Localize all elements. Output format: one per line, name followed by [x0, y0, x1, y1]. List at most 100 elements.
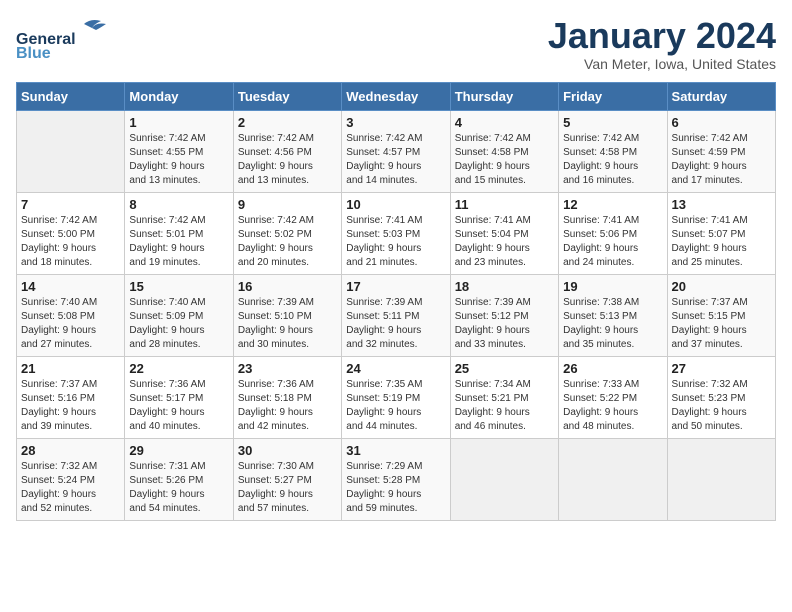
- calendar-cell: 12Sunrise: 7:41 AMSunset: 5:06 PMDayligh…: [559, 192, 667, 274]
- day-number: 19: [563, 279, 662, 294]
- day-number: 20: [672, 279, 771, 294]
- day-info: Sunrise: 7:38 AMSunset: 5:13 PMDaylight:…: [563, 296, 662, 352]
- day-info: Sunrise: 7:41 AMSunset: 5:07 PMDaylight:…: [672, 214, 771, 270]
- calendar-cell: 6 Sunrise: 7:42 AMSunset: 4:59 PMDaylight…: [667, 110, 775, 192]
- calendar-cell: 15 Sunrise: 7:40 AMSunset: 5:09 PMDayligh…: [125, 274, 233, 356]
- calendar-cell: [559, 438, 667, 520]
- calendar-cell: 25Sunrise: 7:34 AMSunset: 5:21 PMDayligh…: [450, 356, 558, 438]
- day-info: Sunrise: 7:32 AMSunset: 5:23 PMDaylight:…: [672, 378, 771, 434]
- weekday-header-tuesday: Tuesday: [233, 82, 341, 110]
- calendar-cell: 14 Sunrise: 7:40 AMSunset: 5:08 PMDayligh…: [17, 274, 125, 356]
- day-number: 26: [563, 361, 662, 376]
- calendar-cell: 27 Sunrise: 7:32 AMSunset: 5:23 PMDayligh…: [667, 356, 775, 438]
- day-number: 30: [238, 443, 337, 458]
- calendar-cell: 30 Sunrise: 7:30 AMSunset: 5:27 PMDayligh…: [233, 438, 341, 520]
- calendar-cell: 10 Sunrise: 7:41 AMSunset: 5:03 PMDayligh…: [342, 192, 450, 274]
- calendar-cell: [667, 438, 775, 520]
- calendar-cell: 24Sunrise: 7:35 AMSunset: 5:19 PMDayligh…: [342, 356, 450, 438]
- day-number: 16: [238, 279, 337, 294]
- day-number: 14: [21, 279, 120, 294]
- calendar-cell: 11Sunrise: 7:41 AMSunset: 5:04 PMDayligh…: [450, 192, 558, 274]
- calendar-cell: 23 Sunrise: 7:36 AMSunset: 5:18 PMDayligh…: [233, 356, 341, 438]
- day-info: Sunrise: 7:39 AMSunset: 5:12 PMDaylight:…: [455, 296, 554, 352]
- svg-text:Blue: Blue: [16, 45, 51, 61]
- day-number: 1: [129, 115, 228, 130]
- calendar-cell: [17, 110, 125, 192]
- week-row-3: 14 Sunrise: 7:40 AMSunset: 5:08 PMDayligh…: [17, 274, 776, 356]
- calendar-cell: 18Sunrise: 7:39 AMSunset: 5:12 PMDayligh…: [450, 274, 558, 356]
- day-info: Sunrise: 7:42 AMSunset: 5:02 PMDaylight:…: [238, 214, 337, 270]
- weekday-header-sunday: Sunday: [17, 82, 125, 110]
- calendar-cell: 13 Sunrise: 7:41 AMSunset: 5:07 PMDayligh…: [667, 192, 775, 274]
- day-info: Sunrise: 7:39 AMSunset: 5:10 PMDaylight:…: [238, 296, 337, 352]
- day-info: Sunrise: 7:31 AMSunset: 5:26 PMDaylight:…: [129, 460, 228, 516]
- day-number: 11: [455, 197, 554, 212]
- day-info: Sunrise: 7:42 AMSunset: 4:58 PMDaylight:…: [455, 132, 554, 188]
- calendar-cell: 3 Sunrise: 7:42 AMSunset: 4:57 PMDaylight…: [342, 110, 450, 192]
- day-info: Sunrise: 7:41 AMSunset: 5:03 PMDaylight:…: [346, 214, 445, 270]
- weekday-header-row: SundayMondayTuesdayWednesdayThursdayFrid…: [17, 82, 776, 110]
- day-number: 13: [672, 197, 771, 212]
- day-info: Sunrise: 7:37 AMSunset: 5:16 PMDaylight:…: [21, 378, 120, 434]
- day-info: Sunrise: 7:42 AMSunset: 4:59 PMDaylight:…: [672, 132, 771, 188]
- logo-svg: General Blue: [16, 16, 136, 61]
- day-info: Sunrise: 7:42 AMSunset: 5:00 PMDaylight:…: [21, 214, 120, 270]
- week-row-1: 1 Sunrise: 7:42 AMSunset: 4:55 PMDaylight…: [17, 110, 776, 192]
- day-number: 15: [129, 279, 228, 294]
- day-info: Sunrise: 7:42 AMSunset: 4:57 PMDaylight:…: [346, 132, 445, 188]
- day-number: 29: [129, 443, 228, 458]
- day-info: Sunrise: 7:40 AMSunset: 5:08 PMDaylight:…: [21, 296, 120, 352]
- day-info: Sunrise: 7:35 AMSunset: 5:19 PMDaylight:…: [346, 378, 445, 434]
- calendar-cell: 7Sunrise: 7:42 AMSunset: 5:00 PMDaylight…: [17, 192, 125, 274]
- week-row-2: 7Sunrise: 7:42 AMSunset: 5:00 PMDaylight…: [17, 192, 776, 274]
- day-info: Sunrise: 7:42 AMSunset: 4:56 PMDaylight:…: [238, 132, 337, 188]
- weekday-header-saturday: Saturday: [667, 82, 775, 110]
- day-info: Sunrise: 7:42 AMSunset: 4:55 PMDaylight:…: [129, 132, 228, 188]
- day-number: 21: [21, 361, 120, 376]
- day-number: 23: [238, 361, 337, 376]
- day-number: 22: [129, 361, 228, 376]
- calendar-cell: 29 Sunrise: 7:31 AMSunset: 5:26 PMDayligh…: [125, 438, 233, 520]
- weekday-header-friday: Friday: [559, 82, 667, 110]
- calendar-cell: 1 Sunrise: 7:42 AMSunset: 4:55 PMDaylight…: [125, 110, 233, 192]
- calendar-cell: 28 Sunrise: 7:32 AMSunset: 5:24 PMDayligh…: [17, 438, 125, 520]
- day-info: Sunrise: 7:29 AMSunset: 5:28 PMDaylight:…: [346, 460, 445, 516]
- day-info: Sunrise: 7:32 AMSunset: 5:24 PMDaylight:…: [21, 460, 120, 516]
- day-info: Sunrise: 7:36 AMSunset: 5:18 PMDaylight:…: [238, 378, 337, 434]
- calendar-cell: 22Sunrise: 7:36 AMSunset: 5:17 PMDayligh…: [125, 356, 233, 438]
- day-number: 17: [346, 279, 445, 294]
- calendar-cell: 31 Sunrise: 7:29 AMSunset: 5:28 PMDayligh…: [342, 438, 450, 520]
- day-number: 3: [346, 115, 445, 130]
- day-number: 4: [455, 115, 554, 130]
- day-number: 9: [238, 197, 337, 212]
- day-info: Sunrise: 7:30 AMSunset: 5:27 PMDaylight:…: [238, 460, 337, 516]
- weekday-header-thursday: Thursday: [450, 82, 558, 110]
- calendar-title: January 2024: [548, 16, 776, 56]
- calendar-table: SundayMondayTuesdayWednesdayThursdayFrid…: [16, 82, 776, 521]
- calendar-cell: 20Sunrise: 7:37 AMSunset: 5:15 PMDayligh…: [667, 274, 775, 356]
- day-number: 2: [238, 115, 337, 130]
- calendar-cell: 4 Sunrise: 7:42 AMSunset: 4:58 PMDaylight…: [450, 110, 558, 192]
- day-info: Sunrise: 7:42 AMSunset: 5:01 PMDaylight:…: [129, 214, 228, 270]
- day-info: Sunrise: 7:42 AMSunset: 4:58 PMDaylight:…: [563, 132, 662, 188]
- day-number: 12: [563, 197, 662, 212]
- week-row-4: 21 Sunrise: 7:37 AMSunset: 5:16 PMDayligh…: [17, 356, 776, 438]
- day-number: 10: [346, 197, 445, 212]
- day-number: 28: [21, 443, 120, 458]
- day-number: 6: [672, 115, 771, 130]
- calendar-cell: 2 Sunrise: 7:42 AMSunset: 4:56 PMDaylight…: [233, 110, 341, 192]
- day-info: Sunrise: 7:39 AMSunset: 5:11 PMDaylight:…: [346, 296, 445, 352]
- calendar-cell: [450, 438, 558, 520]
- header: General Blue January 2024 Van Meter, Iow…: [16, 16, 776, 72]
- day-number: 31: [346, 443, 445, 458]
- calendar-cell: 21 Sunrise: 7:37 AMSunset: 5:16 PMDayligh…: [17, 356, 125, 438]
- logo: General Blue: [16, 16, 136, 61]
- weekday-header-wednesday: Wednesday: [342, 82, 450, 110]
- day-number: 27: [672, 361, 771, 376]
- calendar-cell: 19 Sunrise: 7:38 AMSunset: 5:13 PMDayligh…: [559, 274, 667, 356]
- calendar-cell: 16 Sunrise: 7:39 AMSunset: 5:10 PMDayligh…: [233, 274, 341, 356]
- day-info: Sunrise: 7:33 AMSunset: 5:22 PMDaylight:…: [563, 378, 662, 434]
- day-number: 25: [455, 361, 554, 376]
- day-info: Sunrise: 7:40 AMSunset: 5:09 PMDaylight:…: [129, 296, 228, 352]
- calendar-cell: 5Sunrise: 7:42 AMSunset: 4:58 PMDaylight…: [559, 110, 667, 192]
